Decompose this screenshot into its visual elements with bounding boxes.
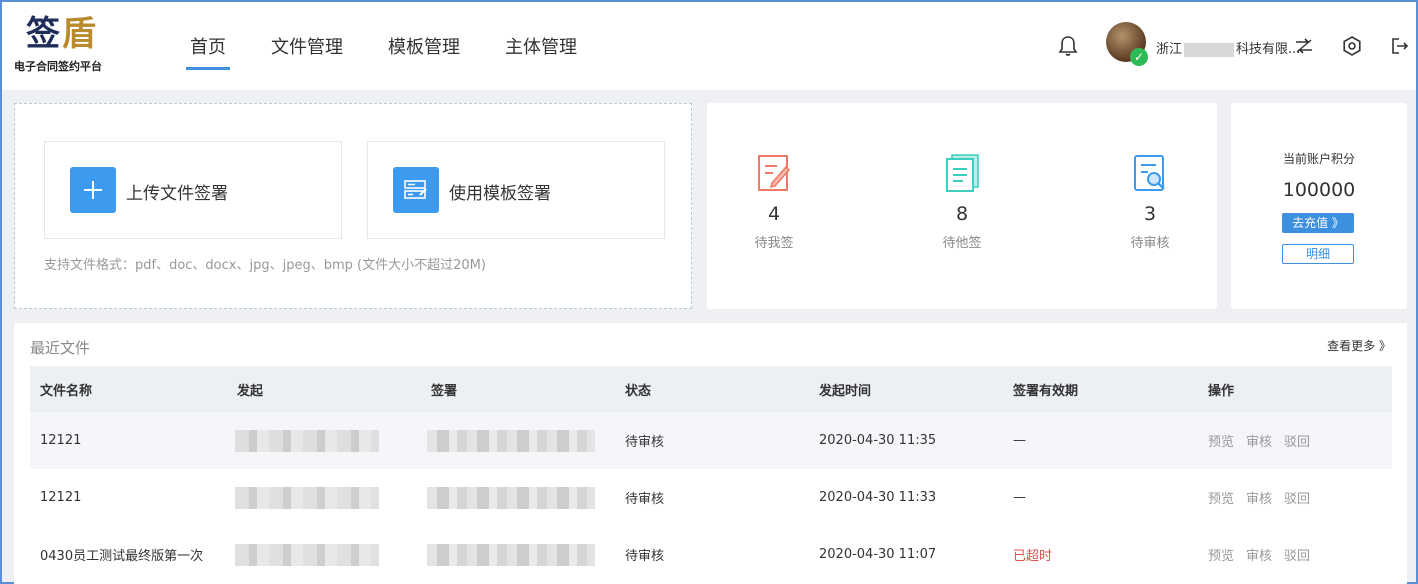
stat-pending-review-count: 3 [1143,203,1157,225]
col-start-time: 发起时间 [819,383,872,399]
top-header: 签盾 电子合同签约平台 首页 文件管理 模板管理 主体管理 ✓ 浙江 科技有限..… [2,2,1416,90]
row-actions: 预览 审核 驳回 [1208,412,1322,469]
col-file-name: 文件名称 [40,383,93,399]
file-format-hint: 支持文件格式：pdf、doc、docx、jpg、jpeg、bmp (文件大小不超… [44,258,486,273]
recent-files-panel: 最近文件 查看更多 》 文件名称 发起 签署 状态 发起时间 签署有效期 操作 … [14,323,1407,584]
upload-panel: 上传文件签署 使用模板签署 支持文件格式：pdf、doc、docx、jpg、jp… [14,103,692,309]
file-name[interactable]: 12121 [40,469,81,526]
logo[interactable]: 签盾 电子合同签约平台 [14,14,124,76]
recent-files-title: 最近文件 [30,339,91,357]
start-time: 2020-04-30 11:35 [819,433,937,448]
review-document-icon [1134,155,1165,191]
table-row[interactable]: 12121 待审核 2020-04-30 11:35 — 预览 审核 驳回 [30,412,1392,469]
validity-expired: 已超时 [1013,549,1053,564]
points-panel: 当前账户积分 100000 去充值 》 明细 [1231,103,1407,309]
nav-template-management[interactable]: 模板管理 [388,2,460,90]
initiator-redacted [235,412,379,469]
upload-file-sign-label: 上传文件签署 [126,184,228,204]
bell-icon[interactable] [1056,34,1080,58]
signer-redacted [427,526,595,583]
points-value: 100000 [1282,179,1356,201]
use-template-sign-label: 使用模板签署 [449,184,551,204]
stat-pending-review-label: 待审核 [1130,236,1170,251]
stat-pending-others[interactable]: 8 待他签 [902,153,1022,251]
plus-icon [70,167,116,213]
switch-account-icon[interactable] [1292,34,1316,58]
start-time: 2020-04-30 11:33 [819,490,937,505]
view-more-link[interactable]: 查看更多 》 [1327,337,1391,354]
main-nav: 首页 文件管理 模板管理 主体管理 [172,2,622,90]
status: 待审核 [625,492,665,507]
review-button[interactable]: 审核 [1246,431,1272,450]
reject-button[interactable]: 驳回 [1284,431,1310,450]
reject-button[interactable]: 驳回 [1284,545,1310,564]
points-title: 当前账户积分 [1282,152,1355,166]
validity: — [1013,433,1026,448]
reject-button[interactable]: 驳回 [1284,488,1310,507]
logout-icon[interactable] [1388,34,1412,58]
review-button[interactable]: 审核 [1246,545,1272,564]
stat-pending-me-count: 4 [767,203,781,225]
table-row[interactable]: 0430员工测试最终版第一次 待审核 2020-04-30 11:07 已超时 … [30,526,1392,583]
stat-pending-me-label: 待我签 [754,236,794,251]
edit-document-icon [758,155,791,191]
col-initiator: 发起 [237,383,264,399]
stat-pending-me[interactable]: 4 待我签 [714,153,834,251]
preview-button[interactable]: 预览 [1208,545,1234,564]
status: 待审核 [625,549,665,564]
preview-button[interactable]: 预览 [1208,431,1234,450]
logo-subtitle: 电子合同签约平台 [14,60,102,73]
stat-pending-others-label: 待他签 [942,236,982,251]
signer-redacted [427,469,595,526]
review-button[interactable]: 审核 [1246,488,1272,507]
upload-file-sign-button[interactable]: 上传文件签署 [44,141,342,239]
template-icon [393,167,439,213]
initiator-redacted [235,469,379,526]
col-status: 状态 [625,383,652,399]
preview-button[interactable]: 预览 [1208,488,1234,507]
col-actions: 操作 [1208,383,1235,399]
use-template-sign-button[interactable]: 使用模板签署 [367,141,665,239]
nav-file-management[interactable]: 文件管理 [271,2,343,90]
recharge-button[interactable]: 去充值 》 [1282,213,1354,233]
status: 待审核 [625,435,665,450]
documents-icon [946,154,979,192]
stats-panel: 4 待我签 8 待他签 3 待审核 [707,103,1217,309]
logo-text: 签盾 [26,14,98,54]
points-detail-button[interactable]: 明细 [1282,244,1354,264]
file-name[interactable]: 12121 [40,412,81,469]
verified-check-icon: ✓ [1130,48,1148,66]
recent-files-table: 文件名称 发起 签署 状态 发起时间 签署有效期 操作 12121 待审核 20… [30,366,1392,583]
signer-redacted [427,412,595,469]
nav-home[interactable]: 首页 [186,2,230,90]
col-validity: 签署有效期 [1013,383,1079,399]
initiator-redacted [235,526,379,583]
start-time: 2020-04-30 11:07 [819,547,937,562]
table-row[interactable]: 12121 待审核 2020-04-30 11:33 — 预览 审核 驳回 [30,469,1392,526]
table-header: 文件名称 发起 签署 状态 发起时间 签署有效期 操作 [30,366,1392,412]
stat-pending-review[interactable]: 3 待审核 [1090,153,1210,251]
row-actions: 预览 审核 驳回 [1208,469,1322,526]
nav-entity-management[interactable]: 主体管理 [505,2,577,90]
col-signer: 签署 [431,383,458,399]
file-name[interactable]: 0430员工测试最终版第一次 [40,526,203,583]
row-actions: 预览 审核 驳回 [1208,526,1322,583]
validity: — [1013,490,1026,505]
stat-pending-others-count: 8 [955,203,969,225]
gear-icon[interactable] [1340,34,1364,58]
company-name[interactable]: 浙江 科技有限... [1156,38,1300,57]
